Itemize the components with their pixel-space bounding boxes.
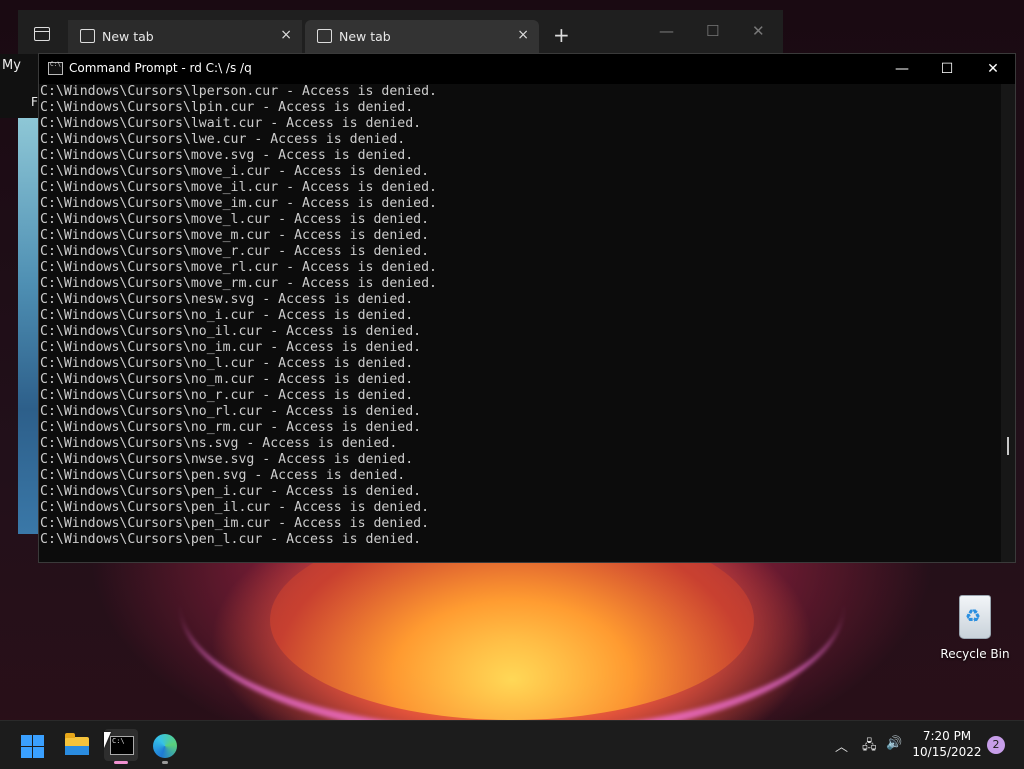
cmd-output-line: C:\Windows\Cursors\move_i.cur - Access i…	[40, 164, 430, 179]
cmd-output[interactable]: C:\Windows\Cursors\lperson.cur - Access …	[40, 84, 1000, 562]
cmd-output-line: C:\Windows\Cursors\lpin.cur - Access is …	[40, 100, 414, 115]
cmd-output-line: C:\Windows\Cursors\no_rm.cur - Access is…	[40, 420, 422, 435]
cmd-output-line: C:\Windows\Cursors\ns.svg - Access is de…	[40, 436, 398, 451]
cmd-output-line: C:\Windows\Cursors\move_m.cur - Access i…	[40, 228, 430, 243]
cmd-output-line: C:\Windows\Cursors\lperson.cur - Access …	[40, 84, 437, 99]
notification-badge[interactable]: 2	[987, 736, 1005, 754]
cmd-output-line: C:\Windows\Cursors\pen_l.cur - Access is…	[40, 532, 422, 547]
edge-browser-icon[interactable]	[148, 729, 182, 764]
cmd-output-line: C:\Windows\Cursors\move_im.cur - Access …	[40, 196, 437, 211]
tab-new-2[interactable]: New tab ×	[305, 20, 539, 54]
cmd-output-line: C:\Windows\Cursors\no_rl.cur - Access is…	[40, 404, 422, 419]
tab-label: New tab	[339, 29, 391, 44]
windows-start-icon[interactable]	[17, 729, 51, 761]
cmd-scrollbar-thumb[interactable]	[1007, 437, 1009, 455]
cmd-close-button[interactable]: ✕	[978, 58, 1008, 80]
cmd-output-line: C:\Windows\Cursors\no_r.cur - Access is …	[40, 388, 414, 403]
network-icon[interactable]: 🖧	[862, 736, 877, 758]
cmd-output-line: C:\Windows\Cursors\move_il.cur - Access …	[40, 180, 437, 195]
close-tab-button[interactable]: ×	[517, 27, 529, 43]
recycle-bin-label: Recycle Bin	[940, 647, 1010, 661]
clock-time: 7:20 PM	[922, 729, 972, 743]
cmd-output-line: C:\Windows\Cursors\pen_il.cur - Access i…	[40, 500, 430, 515]
cmd-output-line: C:\Windows\Cursors\nwse.svg - Access is …	[40, 452, 414, 467]
recycle-bin-shortcut[interactable]: Recycle Bin	[940, 595, 1010, 661]
cmd-output-line: C:\Windows\Cursors\nesw.svg - Access is …	[40, 292, 414, 307]
background-window-title: My	[2, 58, 21, 73]
recycle-bin-icon	[959, 595, 991, 639]
cmd-minimize-button[interactable]: —	[887, 58, 917, 80]
terminal-tab-icon	[317, 29, 332, 43]
cmd-output-line: C:\Windows\Cursors\pen.svg - Access is d…	[40, 468, 406, 483]
cmd-output-line: C:\Windows\Cursors\lwe.cur - Access is d…	[40, 132, 406, 147]
cmd-output-line: C:\Windows\Cursors\lwait.cur - Access is…	[40, 116, 422, 131]
cmd-scrollbar[interactable]	[1001, 84, 1015, 562]
terminal-maximize-button[interactable]: ☐	[706, 22, 719, 40]
cmd-output-line: C:\Windows\Cursors\no_m.cur - Access is …	[40, 372, 414, 387]
tab-new-1[interactable]: New tab ×	[68, 20, 302, 54]
show-hidden-icons-chevron-icon[interactable]: ︿	[835, 736, 848, 755]
cmd-output-line: C:\Windows\Cursors\pen_im.cur - Access i…	[40, 516, 430, 531]
volume-icon[interactable]: 🔊	[886, 736, 902, 751]
terminal-panel-icon[interactable]	[34, 27, 50, 41]
clock[interactable]: 7:20 PM 10/15/2022	[912, 728, 982, 760]
cmd-output-line: C:\Windows\Cursors\no_il.cur - Access is…	[40, 324, 422, 339]
cmd-output-line: C:\Windows\Cursors\move.svg - Access is …	[40, 148, 414, 163]
cmd-output-line: C:\Windows\Cursors\no_im.cur - Access is…	[40, 340, 422, 355]
cmd-output-line: C:\Windows\Cursors\no_l.cur - Access is …	[40, 356, 414, 371]
cmd-window-title: Command Prompt - rd C:\ /s /q	[69, 61, 252, 75]
new-tab-button[interactable]: +	[553, 23, 570, 47]
background-window-label: F	[31, 95, 38, 109]
cmd-output-line: C:\Windows\Cursors\move_rm.cur - Access …	[40, 276, 437, 291]
close-tab-button[interactable]: ×	[280, 27, 292, 43]
terminal-minimize-button[interactable]: —	[659, 22, 674, 40]
cmd-maximize-button[interactable]: ☐	[932, 58, 962, 80]
cmd-output-line: C:\Windows\Cursors\move_r.cur - Access i…	[40, 244, 430, 259]
cmd-output-line: C:\Windows\Cursors\pen_i.cur - Access is…	[40, 484, 422, 499]
cmd-output-line: C:\Windows\Cursors\move_l.cur - Access i…	[40, 212, 430, 227]
mouse-cursor-icon	[104, 732, 118, 748]
cmd-output-line: C:\Windows\Cursors\move_rl.cur - Access …	[40, 260, 437, 275]
clock-date: 10/15/2022	[912, 745, 982, 759]
cmd-app-icon[interactable]	[48, 61, 63, 75]
tab-label: New tab	[102, 29, 154, 44]
taskbar: ︿ 🖧 🔊 7:20 PM 10/15/2022 2	[0, 720, 1024, 769]
cmd-title-bar[interactable]: Command Prompt - rd C:\ /s /q — ☐ ✕	[39, 54, 1015, 84]
terminal-close-button[interactable]: ✕	[752, 22, 765, 40]
file-explorer-icon[interactable]	[60, 729, 94, 761]
terminal-tab-icon	[80, 29, 95, 43]
terminal-tabbar: New tab × New tab × + — ☐ ✕	[18, 10, 783, 54]
command-prompt-window[interactable]: Command Prompt - rd C:\ /s /q — ☐ ✕ C:\W…	[38, 53, 1016, 563]
cmd-output-line: C:\Windows\Cursors\no_i.cur - Access is …	[40, 308, 414, 323]
